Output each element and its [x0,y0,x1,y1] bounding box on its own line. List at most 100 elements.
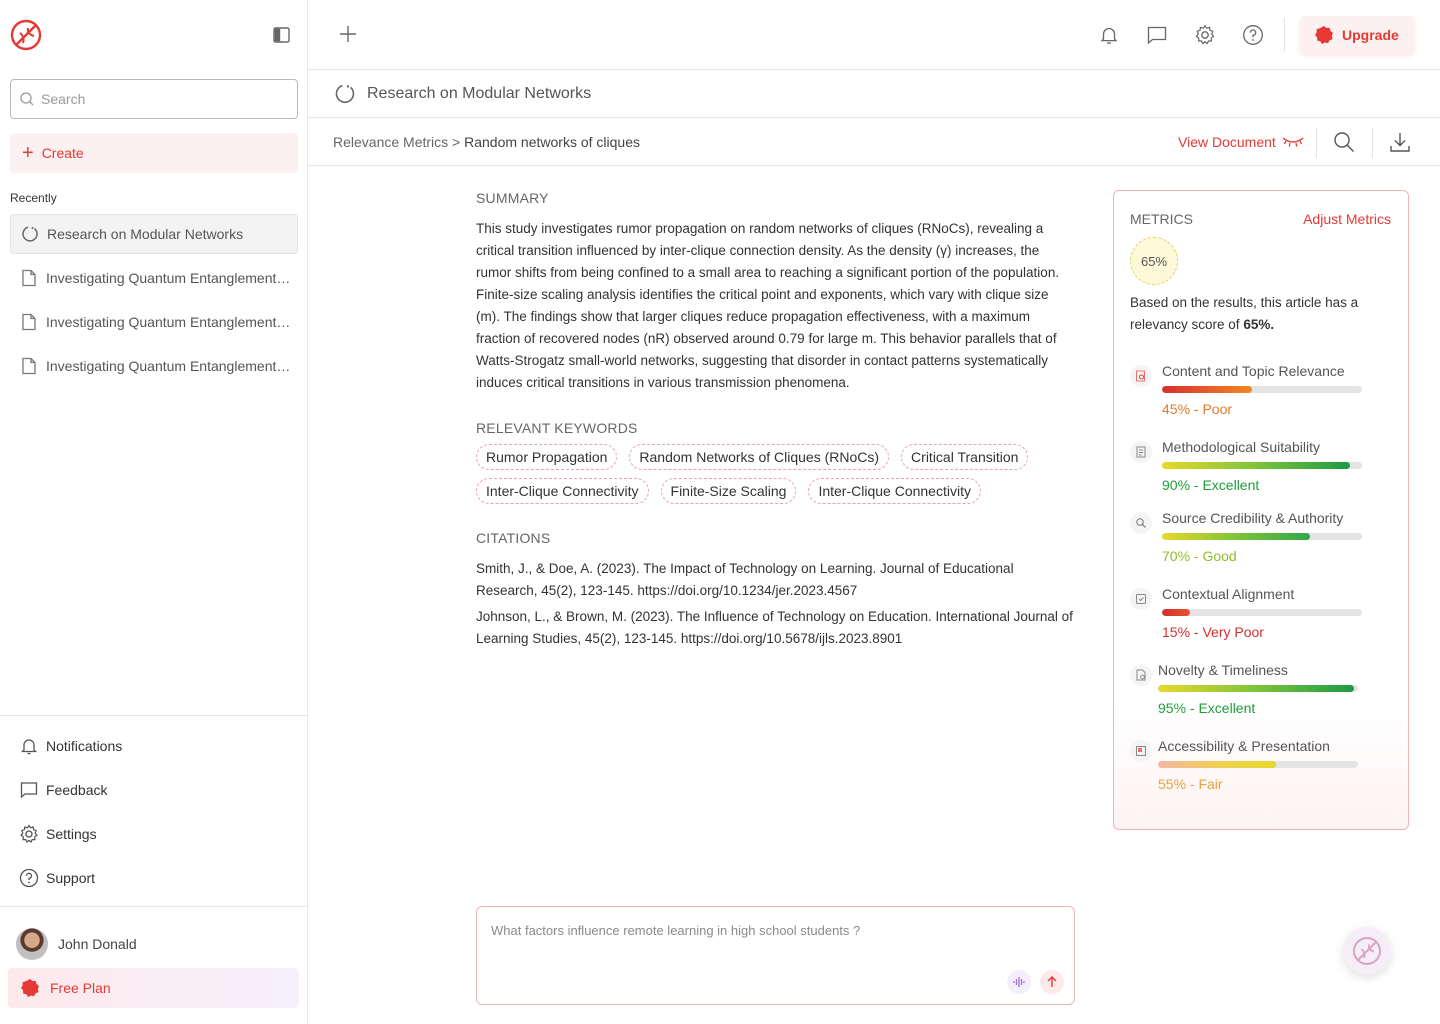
metrics-heading: METRICS [1130,211,1193,227]
download-icon[interactable] [1388,130,1412,154]
avatar [16,928,48,960]
sidebar-item-notifications[interactable]: Notifications [0,724,307,768]
loading-circle-icon [22,226,38,242]
recent-item[interactable]: Investigating Quantum Entanglement: It.. [10,346,298,386]
divider [1284,18,1285,52]
alignment-icon [1130,588,1152,610]
keyword-chip[interactable]: Finite-Size Scaling [660,478,797,504]
user-profile[interactable]: John Donald [0,915,307,973]
breadcrumb-bar: Relevance Metrics > Random networks of c… [308,118,1440,166]
metric-label: Contextual Alignment [1162,586,1295,602]
prompt-input[interactable] [491,923,1051,963]
plus-icon[interactable] [338,24,358,44]
sidebar-item-feedback[interactable]: Feedback [0,768,307,812]
plan-badge-icon [21,979,39,997]
keyword-chip[interactable]: Critical Transition [901,444,1029,470]
breadcrumb-parent[interactable]: Relevance Metrics [333,134,448,150]
sidebar-links: Notifications Feedback Settings Support [0,715,307,900]
recent-item[interactable]: Research on Modular Networks [10,214,298,254]
citation-item: Smith, J., & Doe, A. (2023). The Impact … [476,561,1014,598]
sidebar-item-label: Support [46,870,96,886]
keyword-chip[interactable]: Inter-Clique Connectivity [476,478,649,504]
metric-bar-fill [1162,462,1350,469]
chat-icon [20,782,38,799]
metric-bar [1162,533,1362,540]
waveform-icon [1013,977,1025,987]
metric-bar [1162,462,1362,469]
recent-item[interactable]: Investigating Quantum Entanglement: It.. [10,258,298,298]
search-box[interactable] [10,79,298,119]
novelty-icon [1130,664,1152,686]
metric-value: 70% - Good [1162,548,1237,564]
app-logo-icon [1353,937,1381,965]
user-area: John Donald Free Plan [0,906,307,1008]
metric-label: Source Credibility & Authority [1162,510,1344,526]
relevancy-description: Based on the results, this article has a… [1130,292,1390,336]
bell-icon[interactable] [1098,24,1120,46]
metric-label: Accessibility & Presentation [1158,738,1330,754]
search-icon[interactable] [1332,130,1356,154]
app-logo[interactable] [10,19,42,51]
sidebar-item-label: Settings [46,826,97,842]
gear-icon [20,824,38,843]
send-button[interactable] [1040,970,1064,994]
keyword-chip[interactable]: Random Networks of Cliques (RNoCs) [629,444,890,470]
breadcrumb: Relevance Metrics > Random networks of c… [333,134,640,150]
closed-eye-icon [1282,137,1304,147]
metric-label: Content and Topic Relevance [1162,363,1345,379]
top-bar: Upgrade [308,0,1440,70]
sidebar-item-label: Notifications [46,738,123,754]
arrow-up-icon [1047,976,1057,987]
assistant-button[interactable] [1343,927,1391,975]
chat-icon[interactable] [1146,24,1168,46]
breadcrumb-separator: > [452,134,461,150]
recent-item-label: Investigating Quantum Entanglement: It.. [46,358,294,374]
gear-icon[interactable] [1194,24,1216,46]
recent-item[interactable]: Investigating Quantum Entanglement: It.. [10,302,298,342]
divider [1372,128,1373,158]
metric-bar [1158,761,1358,768]
create-label: Create [41,145,84,161]
bell-icon [20,739,38,755]
loading-circle-icon [335,84,355,103]
document-title-bar: Research on Modular Networks [308,70,1440,118]
metric-bar [1162,386,1362,393]
metric-bar [1162,609,1362,616]
metric-value: 45% - Poor [1162,401,1233,417]
keywords-heading: RELEVANT KEYWORDS [476,420,638,436]
keyword-chip[interactable]: Rumor Propagation [476,444,618,470]
recent-list: Research on Modular Networks Investigati… [10,214,298,390]
recent-item-label: Research on Modular Networks [47,226,244,242]
upgrade-label: Upgrade [1342,27,1399,43]
metric-bar-fill [1162,609,1190,616]
metric-value: 15% - Very Poor [1162,624,1264,640]
metric-value: 90% - Excellent [1162,477,1260,493]
view-document-label: View Document [1178,134,1276,150]
plan-badge[interactable]: Free Plan [8,968,299,1008]
upgrade-button[interactable]: Upgrade [1300,16,1415,54]
metric-value: 95% - Excellent [1158,700,1256,716]
sidebar-item-settings[interactable]: Settings [0,812,307,856]
keyword-chip[interactable]: Inter-Clique Connectivity [808,478,981,504]
search-input[interactable] [41,91,281,107]
document-icon [22,313,36,331]
document-icon [22,269,36,287]
create-button[interactable]: + Create [10,133,298,173]
citation-item: Johnson, L., & Brown, M. (2023). The Inf… [476,609,1073,646]
sidebar-toggle-icon[interactable] [273,27,290,43]
plus-icon: + [22,142,34,164]
sidebar-item-support[interactable]: Support [0,856,307,900]
metric-bar-fill [1162,386,1252,393]
view-document-button[interactable]: View Document [1178,134,1304,150]
adjust-metrics-link[interactable]: Adjust Metrics [1303,211,1391,227]
divider [1316,128,1317,158]
voice-input-button[interactable] [1007,970,1031,994]
prompt-box [476,906,1075,1005]
user-name: John Donald [58,936,137,952]
metric-bar-fill [1158,685,1354,692]
help-icon[interactable] [1242,24,1264,46]
recent-item-label: Investigating Quantum Entanglement: It.. [46,314,294,330]
document-icon [22,357,36,375]
breadcrumb-current: Random networks of cliques [464,134,640,150]
help-icon [19,868,39,888]
